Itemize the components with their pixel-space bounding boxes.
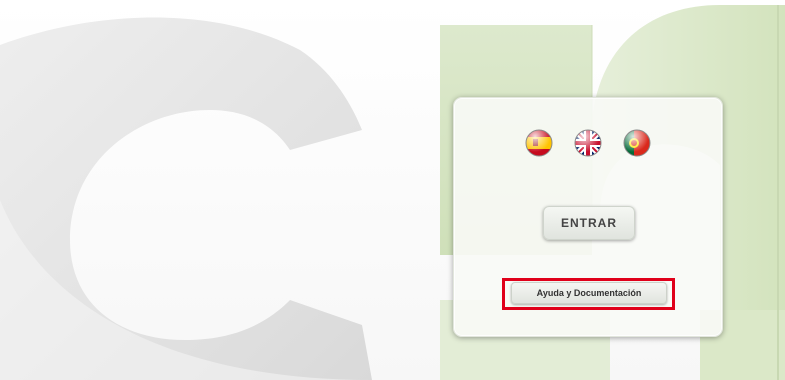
spain-flag-icon[interactable] <box>524 128 554 158</box>
enter-button[interactable]: ENTRAR <box>543 206 635 240</box>
uk-flag-icon[interactable] <box>573 128 603 158</box>
login-panel: ENTRAR Ayuda y Documentación <box>453 97 723 337</box>
login-screen: ENTRAR Ayuda y Documentación <box>0 0 785 380</box>
help-documentation-button[interactable]: Ayuda y Documentación <box>511 282 667 304</box>
portugal-flag-icon[interactable] <box>622 128 652 158</box>
